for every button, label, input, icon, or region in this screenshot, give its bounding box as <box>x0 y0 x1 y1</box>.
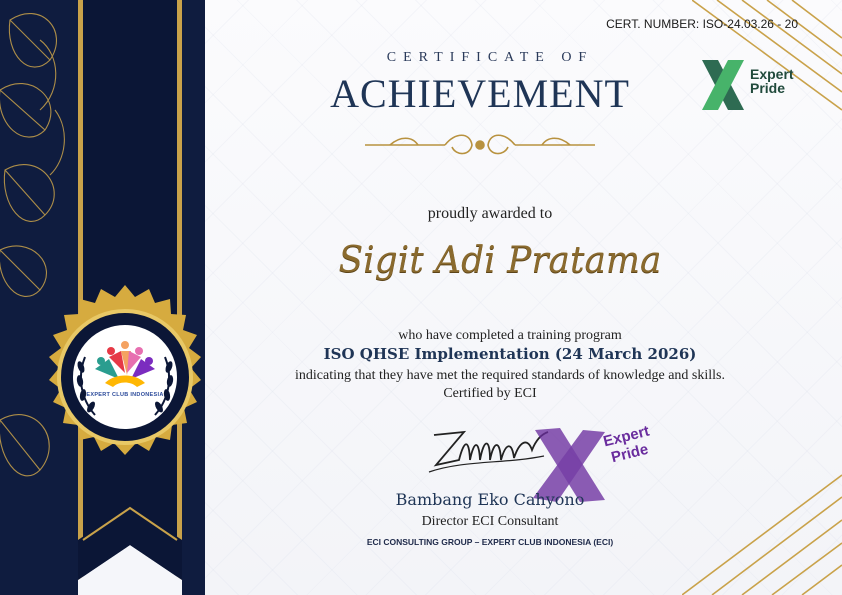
expert-pride-x-icon <box>702 60 744 110</box>
title-certificate-of: CERTIFICATE OF <box>386 50 594 65</box>
title-achievement: ACHIEVEMENT <box>330 71 630 116</box>
gold-ornament-divider <box>365 134 595 155</box>
gold-medal-seal <box>49 285 201 455</box>
standards-text: indicating that they have met the requir… <box>295 368 725 383</box>
expert-pride-logo: Expert Pride <box>696 56 808 114</box>
completed-text: who have completed a training program <box>398 328 622 343</box>
awarded-text: proudly awarded to <box>427 205 553 222</box>
logo-text-pride: Pride <box>750 80 786 96</box>
program-name: ISO QHSE Implementation (24 March 2026) <box>323 345 697 363</box>
gold-lines-bottom-right <box>682 474 842 595</box>
organization-name: ECI CONSULTING GROUP – EXPERT CLUB INDON… <box>366 537 614 547</box>
recipient-name: Sigit Adi Pratama <box>338 240 662 281</box>
certificate-number: CERT. NUMBER: ISO-24.03.26 - 20 <box>606 17 798 31</box>
certificate: CERT. NUMBER: ISO-24.03.26 - 20 CERTIFIC… <box>0 0 842 595</box>
medal-text: EXPERT CLUB INDONESIA <box>86 392 164 398</box>
signer-name: Bambang Eko Cahyono <box>395 490 585 509</box>
certified-by-text: Certified by ECI <box>443 386 537 401</box>
signer-role: Director ECI Consultant <box>421 514 559 529</box>
